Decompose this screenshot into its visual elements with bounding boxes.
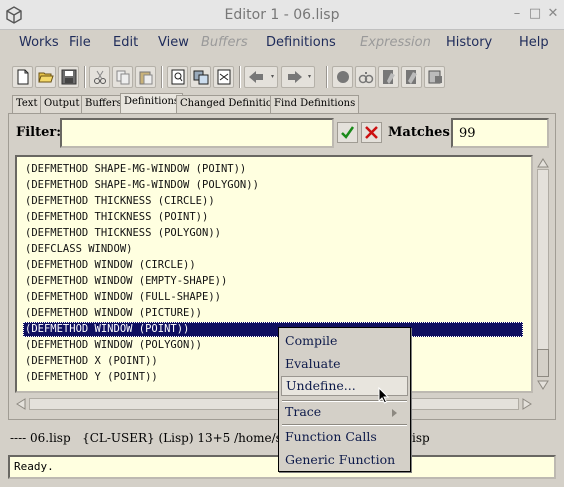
goto-button[interactable] bbox=[213, 66, 234, 88]
copy-button[interactable] bbox=[112, 66, 133, 88]
lock-icon bbox=[428, 70, 442, 84]
maximize-button[interactable]: □ bbox=[527, 6, 543, 22]
cross-icon bbox=[365, 126, 378, 139]
filter-label: Filter: bbox=[16, 125, 62, 140]
list-item[interactable]: (DEFMETHOD THICKNESS (CIRCLE)) bbox=[25, 194, 215, 209]
compile-button[interactable] bbox=[378, 66, 399, 88]
minimize-button[interactable]: – bbox=[509, 6, 525, 22]
list-item[interactable]: (DEFMETHOD X (POINT)) bbox=[25, 354, 158, 369]
definitions-list[interactable]: (DEFMETHOD SHAPE-MG-WINDOW (POINT)) (DEF… bbox=[15, 155, 533, 393]
compile-icon bbox=[383, 70, 395, 84]
list-item[interactable]: (DEFMETHOD WINDOW (FULL-SHAPE)) bbox=[25, 290, 221, 305]
menu-definitions[interactable]: Definitions bbox=[266, 35, 336, 50]
clear-filter-button[interactable] bbox=[361, 122, 382, 143]
new-file-button[interactable] bbox=[12, 66, 33, 88]
back-button[interactable] bbox=[244, 66, 278, 88]
new-file-icon bbox=[17, 69, 29, 85]
tab-text[interactable]: Text bbox=[12, 95, 42, 113]
inspect-button[interactable] bbox=[355, 66, 376, 88]
stop-button[interactable] bbox=[332, 66, 353, 88]
mode-line-tail: isp bbox=[412, 431, 430, 445]
list-item[interactable]: (DEFMETHOD Y (POINT)) bbox=[25, 370, 158, 385]
paste-icon bbox=[139, 71, 153, 85]
hscroll-track[interactable] bbox=[29, 398, 519, 410]
menu-help[interactable]: Help bbox=[519, 35, 549, 50]
stop-icon bbox=[337, 71, 349, 83]
list-item[interactable]: (DEFMETHOD THICKNESS (POINT)) bbox=[25, 210, 208, 225]
menu-item-function-calls[interactable]: Function Calls bbox=[285, 429, 377, 444]
menu-history[interactable]: History bbox=[446, 35, 492, 50]
save-icon bbox=[61, 69, 77, 85]
tab-find-definitions[interactable]: Find Definitions bbox=[270, 95, 360, 113]
list-item[interactable]: (DEFMETHOD WINDOW (EMPTY-SHAPE)) bbox=[25, 274, 227, 289]
cut-icon bbox=[94, 70, 106, 84]
menu-separator bbox=[282, 424, 407, 426]
find-button[interactable] bbox=[167, 66, 188, 88]
menu-view[interactable]: View bbox=[158, 35, 189, 50]
scroll-right-arrow-icon[interactable] bbox=[521, 398, 533, 410]
matches-label: Matches: bbox=[388, 125, 455, 140]
window-title: Editor 1 - 06.lisp bbox=[224, 7, 340, 23]
vertical-scrollbar[interactable] bbox=[535, 155, 551, 393]
forward-icon bbox=[288, 71, 311, 83]
lock-button[interactable] bbox=[424, 66, 445, 88]
list-item[interactable]: (DEFMETHOD WINDOW (CIRCLE)) bbox=[25, 258, 196, 273]
filter-input[interactable] bbox=[60, 118, 334, 148]
open-file-icon bbox=[38, 72, 54, 83]
mouse-pointer-icon bbox=[378, 387, 390, 404]
list-item-selected[interactable]: (DEFMETHOD WINDOW (POINT)) bbox=[23, 322, 523, 337]
menu-item-generic-function[interactable]: Generic Function bbox=[285, 452, 395, 467]
close-button[interactable]: ✕ bbox=[545, 6, 561, 22]
toolbar bbox=[8, 64, 468, 90]
apply-filter-button[interactable] bbox=[337, 122, 358, 143]
menu-item-compile[interactable]: Compile bbox=[285, 333, 337, 348]
inspect-icon bbox=[358, 72, 374, 84]
menu-edit[interactable]: Edit bbox=[113, 35, 138, 50]
menu-bar: Works File Edit View Buffers Definitions… bbox=[4, 30, 560, 56]
list-item[interactable]: (DEFMETHOD WINDOW (POLYGON)) bbox=[25, 338, 202, 353]
tab-definitions[interactable]: Definitions bbox=[120, 93, 184, 113]
copy-icon bbox=[116, 70, 130, 85]
goto-icon bbox=[217, 69, 231, 85]
menu-works[interactable]: Works bbox=[19, 35, 59, 50]
menu-item-trace[interactable]: Trace bbox=[285, 404, 405, 419]
scroll-down-arrow-icon[interactable] bbox=[537, 379, 549, 391]
scroll-left-arrow-icon[interactable] bbox=[15, 398, 27, 410]
menu-file[interactable]: File bbox=[69, 35, 91, 50]
compile-buffer-button[interactable] bbox=[401, 66, 422, 88]
checkmark-icon bbox=[341, 126, 355, 139]
replace-button[interactable] bbox=[190, 66, 211, 88]
list-item[interactable]: (DEFMETHOD THICKNESS (POLYGON)) bbox=[25, 226, 221, 241]
context-menu: Compile Evaluate Undefine... Trace Funct… bbox=[278, 327, 411, 472]
scroll-up-arrow-icon[interactable] bbox=[537, 157, 549, 169]
replace-icon bbox=[193, 70, 209, 85]
compile-buffer-icon bbox=[406, 70, 417, 84]
list-item[interactable]: (DEFMETHOD SHAPE-MG-WINDOW (POLYGON)) bbox=[25, 178, 259, 193]
tab-output[interactable]: Output bbox=[40, 95, 84, 113]
paste-button[interactable] bbox=[135, 66, 156, 88]
list-item[interactable]: (DEFMETHOD SHAPE-MG-WINDOW (POINT)) bbox=[25, 162, 246, 177]
submenu-arrow-icon bbox=[392, 409, 397, 417]
mode-line: ---- 06.lisp {CL-USER} (Lisp) 13+5 /home… bbox=[10, 431, 282, 445]
title-bar: Editor 1 - 06.lisp – □ ✕ bbox=[0, 0, 564, 30]
save-button[interactable] bbox=[58, 66, 79, 88]
find-icon bbox=[171, 69, 185, 85]
open-file-button[interactable] bbox=[35, 66, 56, 88]
horizontal-scrollbar[interactable] bbox=[15, 397, 533, 411]
cut-button[interactable] bbox=[89, 66, 110, 88]
list-item[interactable]: (DEFMETHOD WINDOW (PICTURE)) bbox=[25, 306, 202, 321]
list-item[interactable]: (DEFCLASS WINDOW) bbox=[25, 242, 132, 257]
forward-button[interactable] bbox=[281, 66, 315, 88]
matches-count: 99 bbox=[451, 118, 549, 148]
scroll-track[interactable] bbox=[537, 169, 549, 377]
menu-expression[interactable]: Expression bbox=[360, 35, 431, 50]
menu-item-evaluate[interactable]: Evaluate bbox=[285, 356, 341, 371]
menu-buffers[interactable]: Buffers bbox=[201, 35, 248, 50]
menu-item-trace-label: Trace bbox=[285, 404, 322, 419]
scroll-thumb[interactable] bbox=[537, 349, 549, 377]
back-icon bbox=[249, 71, 274, 83]
